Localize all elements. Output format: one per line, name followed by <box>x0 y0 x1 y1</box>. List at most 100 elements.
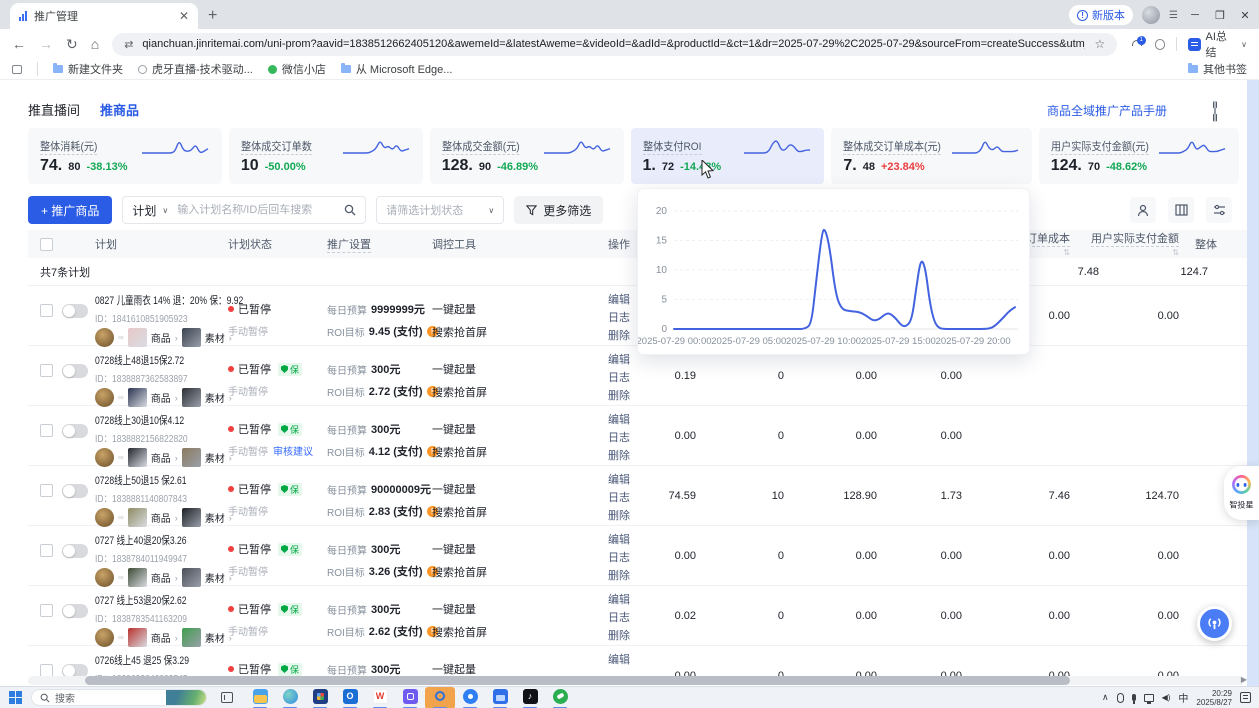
scrollbar-thumb[interactable] <box>85 676 1070 685</box>
tool-link[interactable]: 一键起量 <box>432 481 608 497</box>
row-checkbox[interactable] <box>40 304 53 317</box>
address-bar[interactable]: ⇄ qianchuan.jinritemai.com/uni-prom?aavi… <box>112 33 1117 56</box>
bookmark-item[interactable]: 微信小店 <box>268 61 326 77</box>
volume-icon[interactable]: ◀) <box>1162 693 1171 702</box>
plan-search-input[interactable] <box>177 204 335 216</box>
plan-toggle[interactable] <box>62 424 88 438</box>
metric-card-3[interactable]: 整体成交金额(元)128.90-46.89% <box>430 128 624 184</box>
new-tab-button[interactable]: + <box>208 7 217 29</box>
horizontal-scrollbar[interactable]: ▶ <box>28 676 1245 685</box>
shop-avatar[interactable] <box>95 628 114 647</box>
product-thumbnail[interactable] <box>128 508 147 527</box>
material-link[interactable]: 素材 <box>205 570 225 585</box>
product-thumbnail[interactable] <box>128 388 147 407</box>
back-button[interactable]: ← <box>12 36 26 52</box>
browser-avatar[interactable] <box>1142 6 1160 24</box>
audience-button[interactable] <box>1130 197 1156 223</box>
taskbar-search[interactable]: 搜索 <box>31 689 207 706</box>
side-panel-icon[interactable] <box>12 65 22 74</box>
taskbar-app-purple-app[interactable] <box>395 687 425 708</box>
vertical-scrollbar[interactable] <box>1247 80 1259 686</box>
metric-card-6[interactable]: 用户实际支付金额(元)124.70-48.62% <box>1039 128 1239 184</box>
material-link[interactable]: 素材 <box>205 330 225 345</box>
material-link[interactable]: 素材 <box>205 510 225 525</box>
taskbar-app-dingtalk[interactable] <box>455 687 485 708</box>
tab-live-room[interactable]: 推直播间 <box>28 100 80 119</box>
other-bookmarks-button[interactable]: 其他书签 <box>1188 61 1247 77</box>
plan-toggle[interactable] <box>62 604 88 618</box>
bookmark-item[interactable]: 虎牙直播-技术驱动... <box>138 61 253 77</box>
taskbar-app-blue-card-app[interactable] <box>485 687 515 708</box>
op-link[interactable]: 日志 <box>608 429 666 447</box>
product-link[interactable]: 商品 <box>151 570 171 585</box>
material-thumbnail[interactable] <box>182 568 201 587</box>
row-checkbox[interactable] <box>40 604 53 617</box>
taskbar-clock[interactable]: 20:292025/8/27 <box>1196 689 1232 707</box>
plan-toggle[interactable] <box>62 304 88 318</box>
bookmark-item[interactable]: 从 Microsoft Edge... <box>341 61 453 77</box>
review-suggestion-link[interactable]: 审核建议 <box>273 443 313 458</box>
metric-card-1[interactable]: 整体消耗(元)74.80-38.13% <box>28 128 222 184</box>
window-minimize-button[interactable]: ─ <box>1187 9 1203 21</box>
promote-product-button[interactable]: + 推广商品 <box>28 196 112 224</box>
tool-link[interactable]: 搜索抢首屏 <box>432 624 608 640</box>
microphone-icon[interactable] <box>1132 694 1136 701</box>
metric-card-4[interactable]: 整体支付ROI1.72-14.43% <box>631 128 825 184</box>
taskbar-app-outlook[interactable]: O <box>335 687 365 708</box>
taskbar-app-douyin[interactable]: ♪ <box>515 687 545 708</box>
plan-title[interactable]: 0728线上30退10保4.12 <box>95 412 199 428</box>
plan-title[interactable]: 0728线上50退15 保2.61 <box>95 472 199 488</box>
material-thumbnail[interactable] <box>182 328 201 347</box>
site-permissions-icon[interactable]: ⇄ <box>124 38 133 51</box>
extensions-icon[interactable] <box>1155 39 1166 50</box>
tool-link[interactable]: 搜索抢首屏 <box>432 444 608 460</box>
op-link[interactable]: 编辑 <box>608 591 666 609</box>
material-thumbnail[interactable] <box>182 388 201 407</box>
plan-title[interactable]: 0827 儿童雨衣 14% 退：20% 保：9.92 <box>95 292 199 308</box>
tool-link[interactable]: 一键起量 <box>432 661 608 677</box>
weather-widget-thumbnail[interactable] <box>166 689 206 706</box>
tool-link[interactable]: 一键起量 <box>432 421 608 437</box>
plan-status-select[interactable]: 请筛选计划状态∨ <box>376 196 504 224</box>
tool-link[interactable]: 搜索抢首屏 <box>432 324 608 340</box>
product-link[interactable]: 商品 <box>151 390 171 405</box>
browser-menu-icon[interactable]: ☰ <box>1169 10 1178 21</box>
shop-avatar[interactable] <box>95 448 114 467</box>
plan-toggle[interactable] <box>62 544 88 558</box>
material-link[interactable]: 素材 <box>205 630 225 645</box>
row-checkbox[interactable] <box>40 544 53 557</box>
material-link[interactable]: 素材 <box>205 450 225 465</box>
metric-settings-button[interactable] <box>1206 197 1232 223</box>
notification-center-icon[interactable] <box>1240 692 1251 703</box>
material-link[interactable]: 素材 <box>205 390 225 405</box>
tab-product[interactable]: 推商品 <box>100 100 139 119</box>
product-link[interactable]: 商品 <box>151 510 171 525</box>
tool-link[interactable]: 一键起量 <box>432 541 608 557</box>
taskbar-app-qianchuan-chat[interactable] <box>425 687 455 708</box>
sort-icon[interactable]: ⇅ <box>1063 248 1070 257</box>
row-checkbox[interactable] <box>40 424 53 437</box>
shop-avatar[interactable] <box>95 568 114 587</box>
window-close-button[interactable]: ✕ <box>1237 9 1253 22</box>
op-link[interactable]: 日志 <box>608 609 666 627</box>
taskbar-app-wps-office[interactable]: W <box>365 687 395 708</box>
op-link[interactable]: 日志 <box>608 489 666 507</box>
shop-avatar[interactable] <box>95 388 114 407</box>
search-scope-select[interactable]: 计划∨ <box>123 202 177 219</box>
op-link[interactable]: 日志 <box>608 549 666 567</box>
op-link[interactable]: 删除 <box>608 567 666 585</box>
select-all-checkbox[interactable] <box>40 238 53 251</box>
plan-toggle[interactable] <box>62 364 88 378</box>
product-link[interactable]: 商品 <box>151 330 171 345</box>
op-link[interactable]: 删除 <box>608 627 666 645</box>
op-link[interactable]: 编辑 <box>608 471 666 489</box>
op-link[interactable]: 删除 <box>608 447 666 465</box>
product-thumbnail[interactable] <box>128 568 147 587</box>
taskbar-app-edge-browser[interactable] <box>275 687 305 708</box>
material-thumbnail[interactable] <box>182 448 201 467</box>
more-filters-button[interactable]: 更多筛选 <box>514 196 603 224</box>
metric-card-2[interactable]: 整体成交订单数10-50.00% <box>229 128 423 184</box>
tool-link[interactable]: 搜索抢首屏 <box>432 384 608 400</box>
plan-toggle[interactable] <box>62 484 88 498</box>
plan-title[interactable]: 0727 线上53退20保2.62 <box>95 592 199 608</box>
